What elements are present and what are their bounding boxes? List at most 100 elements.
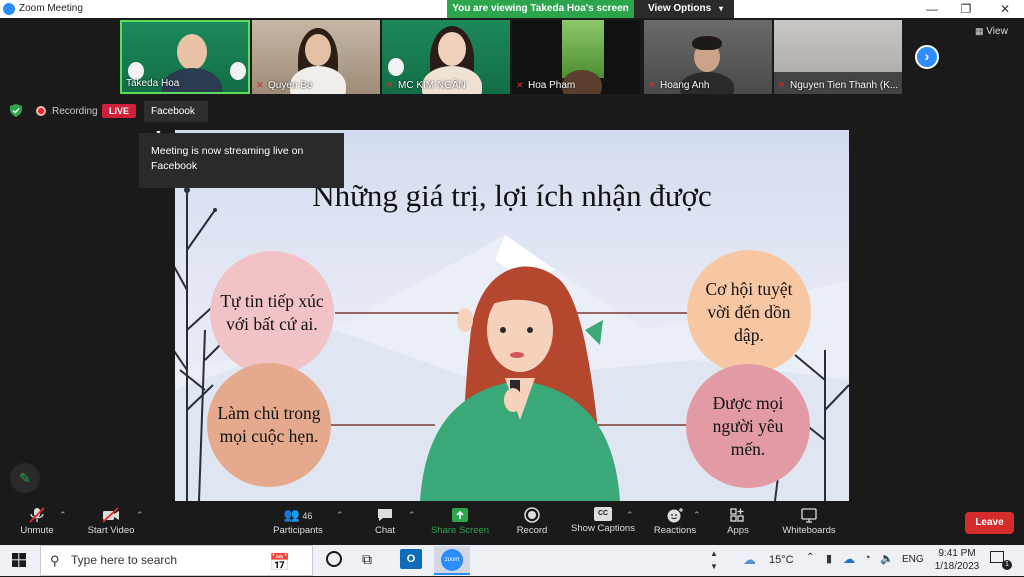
participant-face [438,32,466,66]
snowman-decoration [388,58,404,76]
snowman-decoration [230,62,246,80]
participant-tile[interactable]: Quyen Be ✕ [252,20,380,94]
annotate-pencil-button[interactable]: ✎ [10,463,40,493]
security-shield-icon[interactable] [10,104,22,117]
mic-muted-icon: ✕ [256,80,264,90]
chat-button[interactable]: Chat [365,503,405,543]
benefit-text: Làm chủ trong mọi cuộc hẹn. [217,403,321,446]
video-off-icon [102,507,119,523]
view-options-button[interactable]: View Options ▾ [634,0,734,18]
next-page-button[interactable]: › [915,45,939,69]
participant-name: Takeda Hoa [126,78,180,89]
whiteboards-button[interactable]: Whiteboards [778,503,840,543]
benefit-text: Tự tin tiếp xúc với bất cứ ai. [220,291,324,334]
apps-icon [730,508,744,522]
participants-button[interactable]: 👥 46 Participants [268,503,328,543]
participant-name: Quyen Be [268,80,313,91]
captions-icon: CC [594,507,612,521]
participant-tile[interactable]: MC KIM NGÂN ✕ [382,20,510,94]
cloud-weather-icon: ☁ [743,552,756,567]
whiteboard-icon [801,508,817,523]
system-clock[interactable]: 9:41 PM 1/18/2023 [932,547,982,573]
participant-name: Hoa Pham [528,80,576,91]
taskbar-search-box[interactable]: ⚲ Type here to search 📅 [40,545,313,576]
live-badge[interactable]: LIVE [102,104,136,118]
restore-button[interactable]: ❐ [951,0,981,18]
participant-name: MC KIM NGÂN [398,80,466,91]
chevron-up-icon[interactable]: ⌃ [626,510,634,521]
show-captions-button[interactable]: CC Show Captions [566,503,640,543]
start-video-button[interactable]: Start Video [80,503,142,543]
participant-hair [692,36,722,50]
apps-button[interactable]: Apps [720,503,756,543]
chevron-down-icon: ▾ [718,4,723,13]
unmute-label: Unmute [20,525,54,536]
search-placeholder: Type here to search [71,553,178,567]
zoom-logo-icon [3,3,15,15]
weather-temperature[interactable]: 15°C [769,554,794,566]
participant-face [177,34,207,70]
leave-button[interactable]: Leave [965,512,1014,534]
recording-dot-icon[interactable] [36,106,46,116]
record-button[interactable]: Record [510,503,554,543]
reactions-label: Reactions [653,525,697,536]
chevron-right-icon: › [924,48,930,64]
chevron-up-icon[interactable]: ⌃ [693,510,701,521]
participant-name: Hoang Anh [660,80,710,91]
participant-tile[interactable]: Takeda Hoa [120,20,250,94]
chevron-up-icon[interactable]: ⌃ [336,510,344,521]
cortana-circle-icon[interactable] [326,551,342,567]
benefit-bubble: Được mọi người yêu mến. [686,364,810,488]
pencil-icon: ✎ [19,470,31,486]
wifi-icon[interactable]: ◔ [864,552,871,564]
outlook-app-icon[interactable]: O [400,549,422,569]
view-label: View [986,26,1008,37]
notification-badge: 1 [1002,560,1012,570]
participant-face [305,34,331,66]
mic-muted-icon: ✕ [648,80,656,90]
unmute-button[interactable]: Unmute [12,503,62,543]
chevron-up-icon[interactable]: ⌃ [408,510,416,521]
close-button[interactable]: ✕ [990,0,1020,18]
calendar-highlight-icon: 📅 [269,553,291,572]
participant-name: Nguyen Tien Thanh (K... [790,80,899,91]
chevron-up-icon[interactable]: ⌃ [136,510,144,521]
windows-start-icon[interactable] [12,553,26,567]
participants-icon-group: 👥 46 [277,507,319,523]
streaming-platform-dropdown[interactable]: Facebook ▼ [144,101,208,137]
participant-tile[interactable]: Nguyen Tien Thanh (K... ✕ [774,20,902,94]
whiteboards-label: Whiteboards [782,525,836,536]
zoom-app-icon: zoom [441,549,463,571]
screen-share-banner: You are viewing Takeda Hoa's screen [447,0,634,18]
participant-tile[interactable]: Hoa Pham ✕ [512,20,640,94]
scroll-arrows-icon[interactable]: ▲ ▼ [710,547,718,573]
benefit-bubble: Tự tin tiếp xúc với bất cứ ai. [210,251,334,375]
share-arrow-icon [452,508,468,522]
speaker-icon[interactable]: 🔈 [880,552,894,565]
mic-muted-icon: ✕ [516,80,524,90]
clock-time: 9:41 PM [938,548,976,559]
microphone-tray-icon[interactable]: ▮ [826,552,832,565]
reactions-button[interactable]: Reactions [650,503,700,543]
benefit-bubble: Làm chủ trong mọi cuộc hẹn. [207,363,331,487]
participants-label: Participants [273,525,323,536]
onedrive-icon[interactable]: ☁ [843,552,855,566]
share-screen-button[interactable]: Share Screen [428,503,492,543]
window-title: Zoom Meeting [19,3,83,14]
participants-count: 46 [302,511,313,521]
view-button[interactable]: ▦ View [975,26,1008,37]
task-view-icon[interactable]: ⧉ [362,551,372,568]
chevron-up-icon[interactable]: ⌃ [59,510,67,521]
smiley-plus-icon [667,508,683,523]
grid-icon: ▦ [975,26,984,36]
record-label: Record [516,525,548,536]
recording-label: Recording [52,106,98,117]
benefit-text: Cơ hội tuyệt vời đến dồn dập. [705,278,793,345]
minimize-button[interactable]: — [917,0,947,18]
clock-date: 1/18/2023 [934,561,980,572]
zoom-taskbar-item[interactable]: zoom [434,546,470,575]
participant-tile[interactable]: Hoang Anh ✕ [644,20,772,94]
language-indicator[interactable]: ENG [902,554,924,565]
people-icon: 👥 [283,507,300,522]
tray-chevron-up-icon[interactable]: ⌃ [806,552,814,563]
